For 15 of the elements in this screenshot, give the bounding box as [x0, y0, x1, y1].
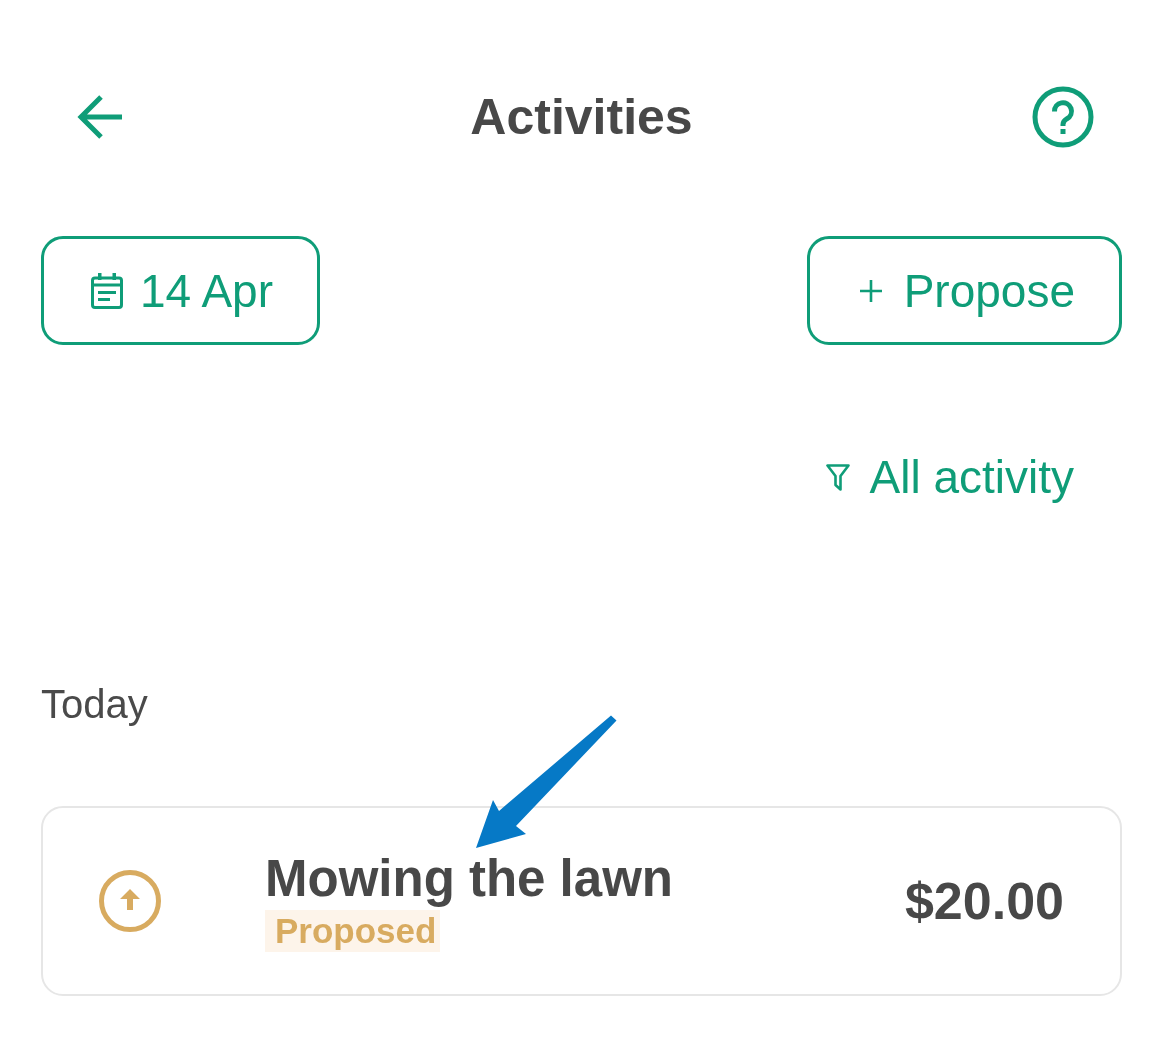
activity-amount: $20.00: [904, 871, 1064, 931]
help-icon[interactable]: [1032, 86, 1094, 148]
activity-card[interactable]: Mowing the lawn Proposed $20.00: [41, 806, 1122, 996]
filter-button[interactable]: All activity: [825, 447, 1074, 507]
activity-title: Mowing the lawn: [265, 850, 673, 908]
section-heading: Today: [41, 681, 148, 728]
back-arrow-icon[interactable]: [76, 93, 124, 141]
calendar-icon: [91, 272, 123, 309]
plus-icon: [859, 279, 882, 302]
propose-button[interactable]: Propose: [806, 236, 1122, 345]
date-button[interactable]: 14 Apr: [41, 236, 320, 345]
filter-icon: [825, 463, 850, 491]
up-arrow-circle-icon: [99, 870, 161, 932]
page-title: Activities: [470, 88, 693, 147]
status-badge: Proposed: [265, 910, 441, 952]
